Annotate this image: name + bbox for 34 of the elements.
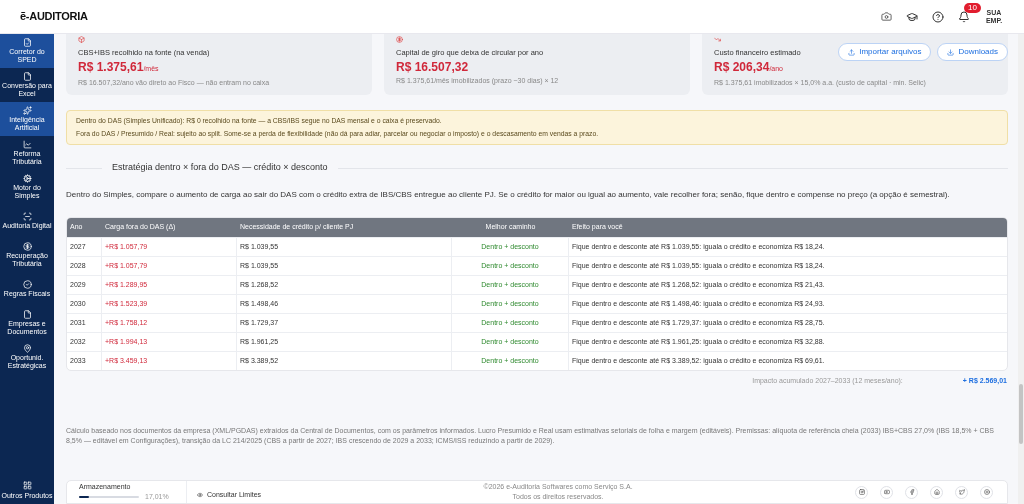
file-icon [22, 310, 32, 319]
scan-icon [22, 212, 32, 221]
pin-icon [22, 344, 32, 353]
action-button[interactable]: Importar arquivos [838, 43, 932, 61]
notifications-icon[interactable] [958, 10, 970, 23]
capture-icon[interactable] [881, 11, 892, 22]
action-button[interactable]: Downloads [937, 43, 1008, 61]
notification-badge: 10 [964, 2, 981, 13]
facebook-icon [908, 489, 915, 495]
eye-icon [197, 492, 203, 498]
home-icon [933, 489, 940, 495]
bird-icon [958, 489, 965, 495]
upload-icon [848, 48, 856, 56]
coin-icon [22, 242, 32, 251]
trend-down-icon [714, 36, 721, 43]
plus-icon [983, 489, 990, 495]
chart-icon [22, 140, 32, 149]
instagram-icon [858, 489, 865, 495]
grid-icon [22, 481, 32, 490]
gear-icon [22, 174, 32, 183]
file-check-icon [22, 38, 32, 47]
section-title: Estratégia dentro × fora do DAS — crédito × desconto [112, 161, 328, 175]
youtube-icon [883, 489, 890, 495]
file-icon [22, 72, 32, 81]
help-icon[interactable] [932, 10, 944, 23]
stat-value: R$ 16.507,32 [396, 59, 470, 76]
graduation-cap-icon[interactable] [906, 10, 918, 23]
section-intro: Dentro do Simples, compare o aumento de carga ao sair do DAS com o crédito extra de IBS/CBS entregue ao cliente PJ. Se o crédito for maior ou igual ao aumento, vale recolher fora; senão, fique dentro e compense no preço (a opção é semestral). [66, 188, 951, 200]
dollar-icon [396, 36, 403, 43]
download-icon [947, 48, 955, 56]
check-circle-icon [22, 280, 32, 289]
logo[interactable]: ẽ-AUDITORIA [20, 8, 88, 25]
box-icon [78, 36, 85, 43]
sparkles-icon [22, 106, 32, 115]
